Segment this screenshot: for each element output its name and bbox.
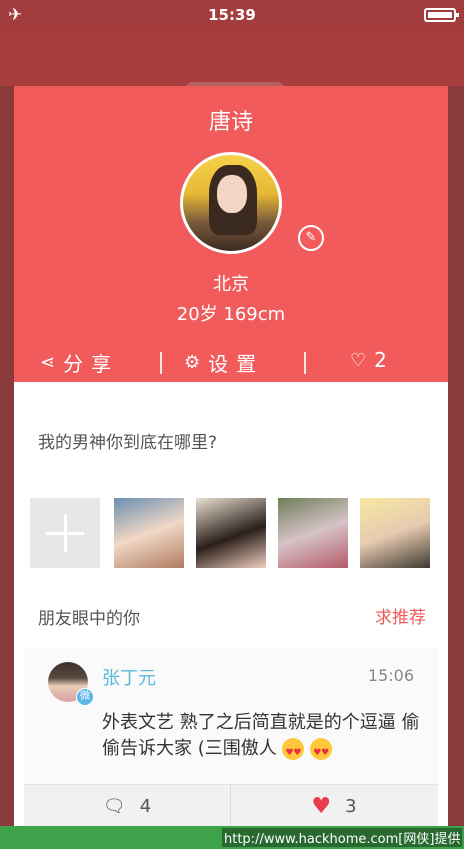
left-overlay — [0, 86, 14, 826]
profile-stats: 20岁 169cm — [176, 304, 286, 325]
commenter-name[interactable]: 张丁元 — [102, 664, 156, 690]
recommend-link[interactable]: 求推荐 — [375, 603, 426, 628]
profile-header: 唐诗 ✎ 北京 20岁 169cm ⋖ 分享 ⚙ 设置 ♡ 2 — [14, 86, 448, 382]
heart-filled-icon: ♥ — [311, 793, 332, 819]
likes-button[interactable]: ♡ 2 — [350, 348, 387, 372]
status-time: 15:39 — [208, 6, 256, 24]
photo-thumbnail[interactable] — [278, 498, 348, 568]
likes-count: 2 — [374, 348, 387, 372]
gear-icon: ⚙ — [184, 352, 201, 373]
like-comment-button[interactable]: ♥ 3 — [231, 785, 437, 826]
reply-count: 4 — [139, 795, 152, 817]
verified-badge-icon: 微 — [76, 688, 94, 706]
share-button[interactable]: ⋖ 分享 — [40, 348, 119, 377]
background-header — [0, 30, 464, 98]
right-overlay — [448, 86, 464, 826]
heart-eyes-emoji-icon — [282, 738, 305, 766]
comment-time: 15:06 — [367, 666, 414, 685]
friends-section-title: 朋友眼中的你 — [38, 609, 140, 629]
share-label: 分享 — [63, 352, 120, 376]
photo-thumbnail[interactable] — [196, 498, 266, 568]
divider — [160, 352, 162, 374]
photo-thumbnail[interactable] — [114, 498, 184, 568]
heart-eyes-emoji-icon — [310, 738, 333, 766]
speech-bubble-icon: 🗨 — [102, 795, 126, 817]
edit-icon[interactable]: ✎ — [298, 225, 324, 251]
motto-text: 我的男神你到底在哪里? — [38, 433, 218, 453]
comment-body: 外表文艺 熟了之后简直就是的个逗逼 偷偷告诉大家 (三围傲人 — [102, 712, 420, 759]
comment-card: 微 张丁元 15:06 外表文艺 熟了之后简直就是的个逗逼 偷偷告诉大家 (三围… — [24, 648, 438, 826]
comment-text: 外表文艺 熟了之后简直就是的个逗逼 偷偷告诉大家 (三围傲人 — [102, 710, 422, 766]
like-count: 3 — [345, 795, 357, 817]
add-photo-button[interactable] — [30, 498, 100, 568]
status-bar: ✈ 15:39 — [0, 0, 464, 30]
profile-name: 唐诗 — [208, 110, 253, 135]
comment-actions: 🗨 4 ♥ 3 — [24, 784, 438, 826]
divider — [304, 352, 306, 374]
profile-card: 唐诗 ✎ 北京 20岁 169cm ⋖ 分享 ⚙ 设置 ♡ 2 我的男神你到底在… — [14, 86, 448, 826]
avatar[interactable] — [180, 152, 282, 254]
battery-icon — [424, 8, 459, 22]
share-icon: ⋖ — [40, 352, 56, 373]
profile-city: 北京 — [213, 274, 249, 295]
watermark-text: http://www.hackhome.com[网侠]提供 — [222, 828, 463, 847]
settings-label: 设置 — [208, 352, 265, 376]
photo-thumbnail[interactable] — [360, 498, 430, 568]
reply-button[interactable]: 🗨 4 — [24, 785, 230, 826]
heart-outline-icon: ♡ — [350, 349, 367, 371]
settings-button[interactable]: ⚙ 设置 — [184, 348, 264, 377]
